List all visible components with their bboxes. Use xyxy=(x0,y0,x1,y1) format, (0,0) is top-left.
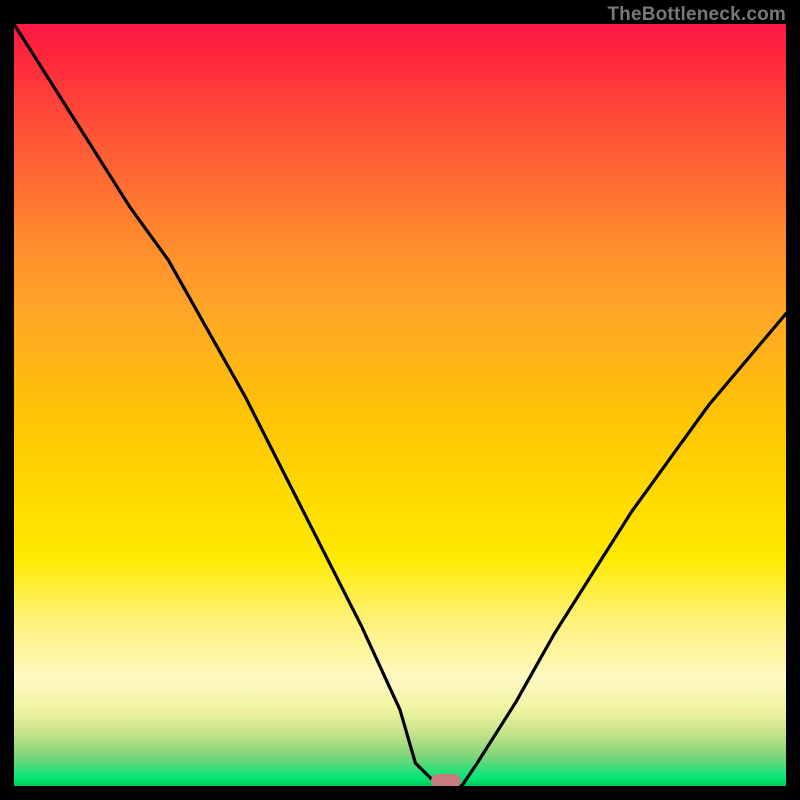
bottleneck-curve xyxy=(14,24,786,786)
chart-frame: TheBottleneck.com xyxy=(0,0,800,800)
watermark-text: TheBottleneck.com xyxy=(607,4,786,26)
minimum-marker xyxy=(431,774,461,786)
plot-area xyxy=(14,24,786,786)
